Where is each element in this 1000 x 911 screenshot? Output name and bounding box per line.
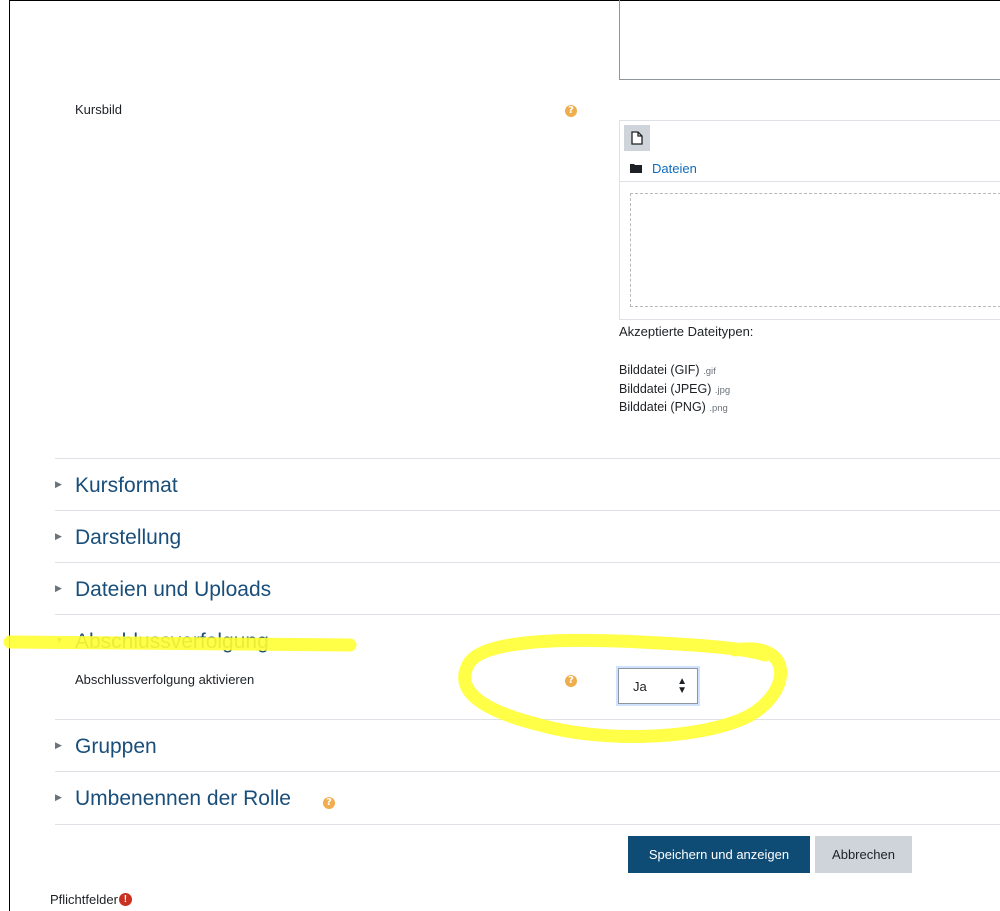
files-link[interactable]: Dateien (652, 161, 697, 176)
chevron-right-icon: ▶ (55, 531, 62, 541)
question-circle-icon[interactable]: ? (323, 797, 335, 809)
chevron-right-icon: ▶ (55, 740, 62, 750)
section-title[interactable]: Umbenennen der Rolle (75, 787, 291, 811)
exclamation-circle-icon: ! (118, 893, 132, 906)
chevron-right-icon: ▶ (55, 583, 62, 593)
chevron-right-icon: ▶ (55, 479, 62, 489)
select-value: Ja (633, 679, 647, 694)
required-fields-note: Pflichtfelder ! (50, 892, 132, 907)
course-image-label: Kursbild (75, 102, 122, 117)
completion-select[interactable]: Ja ▲ ▼ (616, 666, 700, 706)
chevron-right-icon: ▶ (55, 792, 62, 802)
section-title[interactable]: Abschlussverfolgung (75, 630, 269, 654)
cancel-button[interactable]: Abbrechen (815, 836, 912, 873)
section-umbenennen-der-rolle[interactable]: ▶ Umbenennen der Rolle ? (55, 771, 1000, 825)
section-title[interactable]: Gruppen (75, 735, 157, 759)
section-darstellung[interactable]: ▶ Darstellung (55, 510, 1000, 563)
accepted-type-item: Bilddatei (JPEG) .jpg (619, 381, 731, 396)
section-gruppen[interactable]: ▶ Gruppen (55, 719, 1000, 772)
accepted-type-item: Bilddatei (PNG) .png (619, 400, 728, 414)
section-title[interactable]: Darstellung (75, 526, 181, 550)
section-kursformat[interactable]: ▶ Kursformat (55, 458, 1000, 511)
save-and-display-button[interactable]: Speichern und anzeigen (628, 836, 810, 873)
question-circle-icon[interactable]: ? (565, 675, 577, 687)
question-circle-icon[interactable]: ? (565, 105, 577, 117)
filepicker-divider (620, 181, 1000, 182)
chevron-down-icon[interactable]: ▼ (55, 635, 64, 645)
file-drop-zone[interactable] (630, 193, 1000, 307)
required-fields-label: Pflichtfelder (50, 892, 118, 907)
folder-icon (630, 161, 642, 176)
section-abschlussverfolgung: ▼ Abschlussverfolgung (55, 614, 1000, 719)
filepicker-path: Dateien (630, 161, 697, 176)
accepted-type-item: Bilddatei (GIF) .gif (619, 363, 716, 377)
file-icon[interactable] (624, 125, 650, 151)
completion-field-label: Abschlussverfolgung aktivieren (75, 672, 255, 687)
section-title[interactable]: Dateien und Uploads (75, 578, 271, 602)
filepicker: Dateien (619, 120, 1000, 320)
accepted-types-list: Bilddatei (GIF) .gif Bilddatei (JPEG) .j… (619, 362, 730, 418)
accepted-types-heading: Akzeptierte Dateitypen: (619, 324, 754, 339)
section-dateien-und-uploads[interactable]: ▶ Dateien und Uploads (55, 562, 1000, 615)
summary-textarea[interactable] (619, 0, 1000, 80)
select-caret-icon: ▲ ▼ (677, 676, 687, 696)
section-title[interactable]: Kursformat (75, 474, 178, 498)
